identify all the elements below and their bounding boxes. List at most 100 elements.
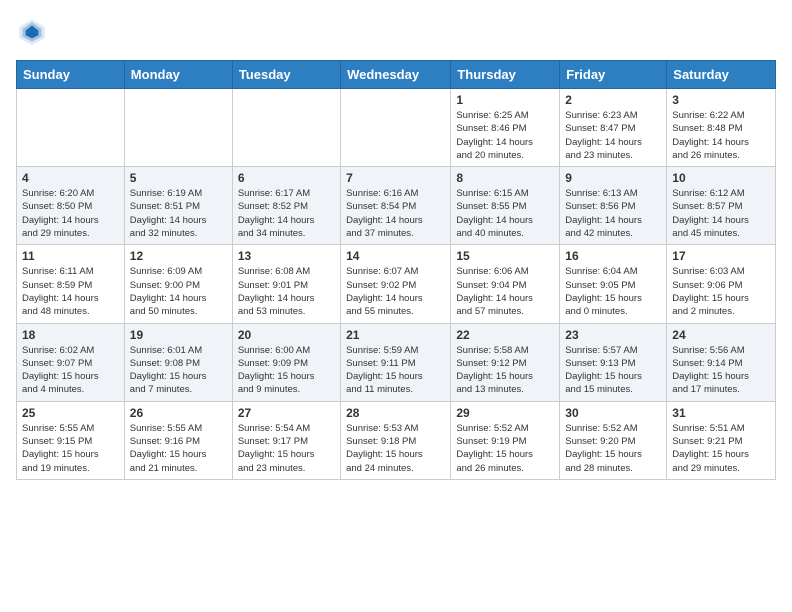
day-info: Sunrise: 5:55 AM Sunset: 9:16 PM Dayligh… xyxy=(130,422,227,475)
calendar-cell xyxy=(124,89,232,167)
calendar-cell: 16Sunrise: 6:04 AM Sunset: 9:05 PM Dayli… xyxy=(560,245,667,323)
calendar-cell: 26 Sunrise: 5:55 AM Sunset: 9:16 PM Dayli… xyxy=(124,401,232,479)
day-number: 27 xyxy=(238,406,335,420)
day-number: 31 xyxy=(672,406,770,420)
day-info: Sunrise: 6:12 AM Sunset: 8:57 PM Dayligh… xyxy=(672,187,770,240)
day-info: Sunrise: 5:53 AM Sunset: 9:18 PM Dayligh… xyxy=(346,422,445,475)
calendar-cell: 2 Sunrise: 6:23 AM Sunset: 8:47 PM Daylig… xyxy=(560,89,667,167)
day-info: Sunrise: 6:23 AM Sunset: 8:47 PM Dayligh… xyxy=(565,109,661,162)
day-number: 15 xyxy=(456,249,554,263)
day-number: 7 xyxy=(346,171,445,185)
day-number: 17 xyxy=(672,249,770,263)
day-info: Sunrise: 5:58 AM Sunset: 9:12 PM Dayligh… xyxy=(456,344,554,397)
calendar-cell: 10 Sunrise: 6:12 AM Sunset: 8:57 PM Dayli… xyxy=(667,167,776,245)
calendar-cell: 27 Sunrise: 5:54 AM Sunset: 9:17 PM Dayli… xyxy=(232,401,340,479)
calendar-cell: 3 Sunrise: 6:22 AM Sunset: 8:48 PM Daylig… xyxy=(667,89,776,167)
calendar-cell xyxy=(232,89,340,167)
day-number: 4 xyxy=(22,171,119,185)
day-number: 2 xyxy=(565,93,661,107)
day-number: 9 xyxy=(565,171,661,185)
day-info: Sunrise: 6:08 AM Sunset: 9:01 PM Dayligh… xyxy=(238,265,335,318)
day-info: Sunrise: 6:00 AM Sunset: 9:09 PM Dayligh… xyxy=(238,344,335,397)
calendar-cell xyxy=(341,89,451,167)
day-info: Sunrise: 6:13 AM Sunset: 8:56 PM Dayligh… xyxy=(565,187,661,240)
calendar-cell: 23 Sunrise: 5:57 AM Sunset: 9:13 PM Dayli… xyxy=(560,323,667,401)
day-info: Sunrise: 6:09 AM Sunset: 9:00 PM Dayligh… xyxy=(130,265,227,318)
day-info: Sunrise: 6:22 AM Sunset: 8:48 PM Dayligh… xyxy=(672,109,770,162)
day-number: 5 xyxy=(130,171,227,185)
calendar-cell: 28 Sunrise: 5:53 AM Sunset: 9:18 PM Dayli… xyxy=(341,401,451,479)
day-info: Sunrise: 6:15 AM Sunset: 8:55 PM Dayligh… xyxy=(456,187,554,240)
day-number: 28 xyxy=(346,406,445,420)
calendar-cell: 8 Sunrise: 6:15 AM Sunset: 8:55 PM Daylig… xyxy=(451,167,560,245)
day-number: 20 xyxy=(238,328,335,342)
day-number: 29 xyxy=(456,406,554,420)
day-info: Sunrise: 6:01 AM Sunset: 9:08 PM Dayligh… xyxy=(130,344,227,397)
day-number: 30 xyxy=(565,406,661,420)
calendar-table: SundayMondayTuesdayWednesdayThursdayFrid… xyxy=(16,60,776,480)
day-info: Sunrise: 6:02 AM Sunset: 9:07 PM Dayligh… xyxy=(22,344,119,397)
calendar-cell: 12Sunrise: 6:09 AM Sunset: 9:00 PM Dayli… xyxy=(124,245,232,323)
calendar-cell: 24Sunrise: 5:56 AM Sunset: 9:14 PM Dayli… xyxy=(667,323,776,401)
day-info: Sunrise: 6:07 AM Sunset: 9:02 PM Dayligh… xyxy=(346,265,445,318)
day-info: Sunrise: 6:25 AM Sunset: 8:46 PM Dayligh… xyxy=(456,109,554,162)
calendar-cell: 9 Sunrise: 6:13 AM Sunset: 8:56 PM Daylig… xyxy=(560,167,667,245)
calendar-cell: 4 Sunrise: 6:20 AM Sunset: 8:50 PM Daylig… xyxy=(17,167,125,245)
calendar-cell: 6Sunrise: 6:17 AM Sunset: 8:52 PM Daylig… xyxy=(232,167,340,245)
day-info: Sunrise: 6:19 AM Sunset: 8:51 PM Dayligh… xyxy=(130,187,227,240)
calendar-cell: 22 Sunrise: 5:58 AM Sunset: 9:12 PM Dayli… xyxy=(451,323,560,401)
calendar-week-1: 1 Sunrise: 6:25 AM Sunset: 8:46 PM Daylig… xyxy=(17,89,776,167)
day-info: Sunrise: 6:20 AM Sunset: 8:50 PM Dayligh… xyxy=(22,187,119,240)
day-info: Sunrise: 5:54 AM Sunset: 9:17 PM Dayligh… xyxy=(238,422,335,475)
day-info: Sunrise: 5:57 AM Sunset: 9:13 PM Dayligh… xyxy=(565,344,661,397)
logo xyxy=(16,16,52,48)
day-number: 6 xyxy=(238,171,335,185)
weekday-header-row: SundayMondayTuesdayWednesdayThursdayFrid… xyxy=(17,61,776,89)
calendar-week-3: 11 Sunrise: 6:11 AM Sunset: 8:59 PM Dayli… xyxy=(17,245,776,323)
logo-icon xyxy=(16,16,48,48)
day-number: 8 xyxy=(456,171,554,185)
calendar-cell: 1 Sunrise: 6:25 AM Sunset: 8:46 PM Daylig… xyxy=(451,89,560,167)
day-number: 18 xyxy=(22,328,119,342)
day-number: 24 xyxy=(672,328,770,342)
day-number: 3 xyxy=(672,93,770,107)
calendar-cell: 21Sunrise: 5:59 AM Sunset: 9:11 PM Dayli… xyxy=(341,323,451,401)
weekday-header-friday: Friday xyxy=(560,61,667,89)
calendar-cell: 19Sunrise: 6:01 AM Sunset: 9:08 PM Dayli… xyxy=(124,323,232,401)
calendar-cell: 5 Sunrise: 6:19 AM Sunset: 8:51 PM Daylig… xyxy=(124,167,232,245)
weekday-header-wednesday: Wednesday xyxy=(341,61,451,89)
day-info: Sunrise: 6:16 AM Sunset: 8:54 PM Dayligh… xyxy=(346,187,445,240)
calendar-cell: 18 Sunrise: 6:02 AM Sunset: 9:07 PM Dayli… xyxy=(17,323,125,401)
calendar-cell: 13Sunrise: 6:08 AM Sunset: 9:01 PM Dayli… xyxy=(232,245,340,323)
calendar-week-4: 18 Sunrise: 6:02 AM Sunset: 9:07 PM Dayli… xyxy=(17,323,776,401)
day-number: 11 xyxy=(22,249,119,263)
calendar-cell: 29 Sunrise: 5:52 AM Sunset: 9:19 PM Dayli… xyxy=(451,401,560,479)
day-number: 14 xyxy=(346,249,445,263)
calendar-cell: 14 Sunrise: 6:07 AM Sunset: 9:02 PM Dayli… xyxy=(341,245,451,323)
day-number: 1 xyxy=(456,93,554,107)
day-info: Sunrise: 6:06 AM Sunset: 9:04 PM Dayligh… xyxy=(456,265,554,318)
day-info: Sunrise: 6:11 AM Sunset: 8:59 PM Dayligh… xyxy=(22,265,119,318)
weekday-header-monday: Monday xyxy=(124,61,232,89)
day-number: 10 xyxy=(672,171,770,185)
calendar-cell: 25Sunrise: 5:55 AM Sunset: 9:15 PM Dayli… xyxy=(17,401,125,479)
day-info: Sunrise: 5:51 AM Sunset: 9:21 PM Dayligh… xyxy=(672,422,770,475)
day-number: 22 xyxy=(456,328,554,342)
calendar-cell: 20 Sunrise: 6:00 AM Sunset: 9:09 PM Dayli… xyxy=(232,323,340,401)
calendar-cell xyxy=(17,89,125,167)
calendar-cell: 11 Sunrise: 6:11 AM Sunset: 8:59 PM Dayli… xyxy=(17,245,125,323)
day-info: Sunrise: 5:52 AM Sunset: 9:20 PM Dayligh… xyxy=(565,422,661,475)
day-number: 26 xyxy=(130,406,227,420)
day-info: Sunrise: 5:52 AM Sunset: 9:19 PM Dayligh… xyxy=(456,422,554,475)
calendar-cell: 15 Sunrise: 6:06 AM Sunset: 9:04 PM Dayli… xyxy=(451,245,560,323)
weekday-header-saturday: Saturday xyxy=(667,61,776,89)
page-header xyxy=(16,16,776,48)
calendar-week-2: 4 Sunrise: 6:20 AM Sunset: 8:50 PM Daylig… xyxy=(17,167,776,245)
weekday-header-thursday: Thursday xyxy=(451,61,560,89)
day-info: Sunrise: 6:03 AM Sunset: 9:06 PM Dayligh… xyxy=(672,265,770,318)
calendar-week-5: 25Sunrise: 5:55 AM Sunset: 9:15 PM Dayli… xyxy=(17,401,776,479)
day-number: 23 xyxy=(565,328,661,342)
day-number: 25 xyxy=(22,406,119,420)
day-number: 16 xyxy=(565,249,661,263)
weekday-header-tuesday: Tuesday xyxy=(232,61,340,89)
